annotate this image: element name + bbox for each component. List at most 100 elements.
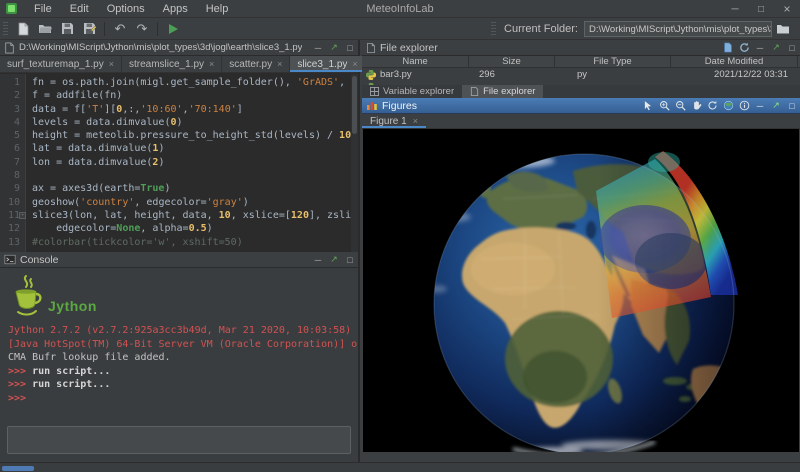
open-folder-button[interactable] [34,19,56,39]
file-row-bar3.py[interactable]: bar3.py296py2021/12/22 03:31 [362,68,800,81]
tab-label: File explorer [483,86,535,97]
figures-minimize-button[interactable]: ─ [752,99,768,113]
figures-panel: Figures [362,98,800,452]
tab-close-icon[interactable]: × [352,59,357,69]
editor-tab-slice3_1.py[interactable]: slice3_1.py × [290,56,365,72]
maximize-window-button[interactable]: □ [748,0,774,18]
editor-tab-scatter.py[interactable]: scatter.py× [222,56,290,72]
code-line: ax = axes3d(earth=True) [32,182,351,195]
line-number: 9 [0,182,25,195]
figure-tab[interactable]: Figure 1 × [362,114,426,128]
tab-label: Variable explorer [383,86,454,97]
menu-bar: FileEditOptionsAppsHelp MeteoInfoLab ─ □… [0,0,800,18]
new-file-small-button[interactable] [720,41,736,55]
code-line: lat = data.dimvalue(1) [32,142,351,155]
console-line: Jython 2.7.2 (v2.7.2:925a3cc3b49d, Mar 2… [8,324,358,338]
status-indicator [2,466,34,471]
new-file-button[interactable] [12,19,34,39]
menu-edit[interactable]: Edit [61,0,98,18]
tab-file-explorer[interactable]: File explorer [462,85,543,98]
console-popout-button[interactable]: ↗ [326,253,342,267]
code-editor[interactable]: 1234567891011-1213 fn = os.path.join(mig… [0,74,358,252]
editor-tab-label: surf_texturemap_1.py [7,59,104,70]
rotate-icon [707,100,718,111]
console-title: Console [20,254,59,266]
code-text[interactable]: fn = os.path.join(migl.get_sample_folder… [26,74,351,252]
pan-tool-button[interactable] [688,99,704,113]
code-line: height = meteolib.pressure_to_height_std… [32,129,351,142]
zoom-out-tool-button[interactable] [672,99,688,113]
current-folder-label: Current Folder: [504,23,578,35]
tab-close-icon[interactable]: × [209,59,214,69]
python-file-icon [366,70,376,80]
editor-panel: D:\Working\MIScript\Jython\mis\plot_type… [0,40,360,252]
tab-close-icon[interactable]: × [109,59,114,69]
rotate-tool-button[interactable] [704,99,720,113]
editor-popout-button[interactable]: ↗ [326,41,342,55]
figure-tab-label: Figure 1 [370,116,407,127]
menu-options[interactable]: Options [98,0,154,18]
save-as-button[interactable] [78,19,100,39]
column-header-size[interactable]: Size [469,56,555,67]
status-bar [0,462,800,472]
figures-maximize-button[interactable]: □ [784,99,800,113]
redo-icon: ↷ [137,22,148,35]
menu-file[interactable]: File [25,0,61,18]
save-button[interactable] [56,19,78,39]
file-name: bar3.py [380,69,412,80]
editor-maximize-button[interactable]: □ [342,41,358,55]
save-as-icon [83,22,96,35]
console-input[interactable] [7,426,351,454]
editor-tab-surf_texturemap_1.py[interactable]: surf_texturemap_1.py × [0,56,122,72]
file-explorer-title: File explorer [380,42,438,54]
identify-tool-button[interactable] [736,99,752,113]
right-dock: File explorer ─ ↗ □ NameSizeFile TypeDat… [362,40,800,462]
editor-minimize-button[interactable]: ─ [310,41,326,55]
figure-canvas[interactable] [363,129,799,452]
fold-icon[interactable]: - [19,212,26,219]
line-number: 5 [0,129,25,142]
pointer-tool-button[interactable] [640,99,656,113]
zoom-in-tool-button[interactable] [656,99,672,113]
refresh-button[interactable] [736,41,752,55]
undo-button[interactable]: ↶ [109,19,131,39]
file-explorer-popout-button[interactable]: ↗ [768,41,784,55]
run-icon [168,23,179,35]
figure-tab-close-icon[interactable]: × [413,116,418,126]
figures-popout-button[interactable]: ↗ [768,99,784,113]
code-line: f = addfile(fn) [32,89,351,102]
console-minimize-button[interactable]: ─ [310,253,326,267]
redo-button[interactable]: ↷ [131,19,153,39]
tab-close-icon[interactable]: × [277,59,282,69]
file-size: 296 [469,69,555,80]
editor-tab-label: slice3_1.py [297,59,347,70]
line-number: 4 [0,116,25,129]
close-window-button[interactable]: × [774,0,800,18]
column-header-date-modified[interactable]: Date Modified [671,56,798,67]
menu-apps[interactable]: Apps [154,0,197,18]
editor-scrollbar[interactable] [351,74,358,252]
file-explorer-minimize-button[interactable]: ─ [752,41,768,55]
column-header-file-type[interactable]: File Type [555,56,671,67]
browse-folder-button[interactable] [772,19,794,39]
current-folder-combobox[interactable]: D:\Working\MIScript\Jython\mis\plot_type… [584,21,772,37]
file-explorer-maximize-button[interactable]: □ [784,41,800,55]
run-script-button[interactable] [162,19,184,39]
code-line: levels = data.dimvalue(0) [32,116,351,129]
current-folder-value: D:\Working\MIScript\Jython\mis\plot_type… [585,24,772,35]
script-file-icon [4,42,15,54]
undo-icon: ↶ [115,22,126,35]
column-header-name[interactable]: Name [362,56,469,67]
code-line: edgecolor=None, alpha=0.5) [32,222,351,235]
line-number: 11- [0,209,25,222]
tab-variable-explorer[interactable]: Variable explorer [362,85,462,98]
code-line [32,169,351,182]
console-maximize-button[interactable]: □ [342,253,358,267]
console-icon [4,254,16,265]
minimize-window-button[interactable]: ─ [722,0,748,18]
menu-help[interactable]: Help [197,0,238,18]
console-line: >>> run script... [8,378,358,392]
zoom-in-icon [659,100,670,111]
globe-tool-button[interactable] [720,99,736,113]
editor-tab-streamslice_1.py[interactable]: streamslice_1.py× [122,56,222,72]
